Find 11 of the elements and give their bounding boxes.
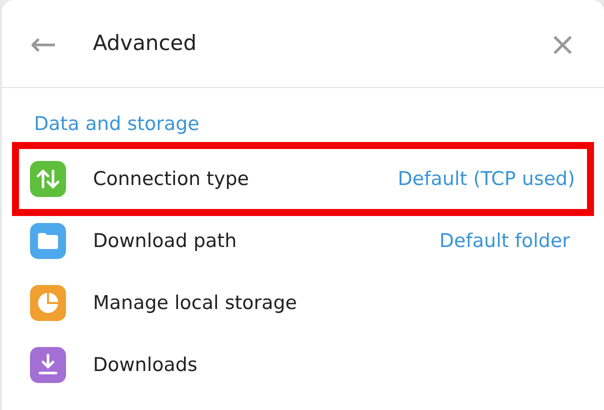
settings-row[interactable]: Manage local storage — [2, 272, 594, 334]
section-title: Data and storage — [34, 113, 200, 135]
setting-label: Manage local storage — [93, 290, 297, 316]
setting-value: Default folder — [439, 228, 570, 254]
page-title: Advanced — [92, 30, 197, 57]
setting-label: Downloads — [93, 352, 198, 378]
setting-label: Connection type — [93, 166, 249, 192]
highlighted-settings-row[interactable]: Connection type Default (TCP used) — [12, 142, 594, 216]
setting-value: Default (TCP used) — [398, 166, 575, 192]
settings-row[interactable]: Downloads — [2, 334, 594, 396]
setting-label: Download path — [93, 228, 237, 254]
